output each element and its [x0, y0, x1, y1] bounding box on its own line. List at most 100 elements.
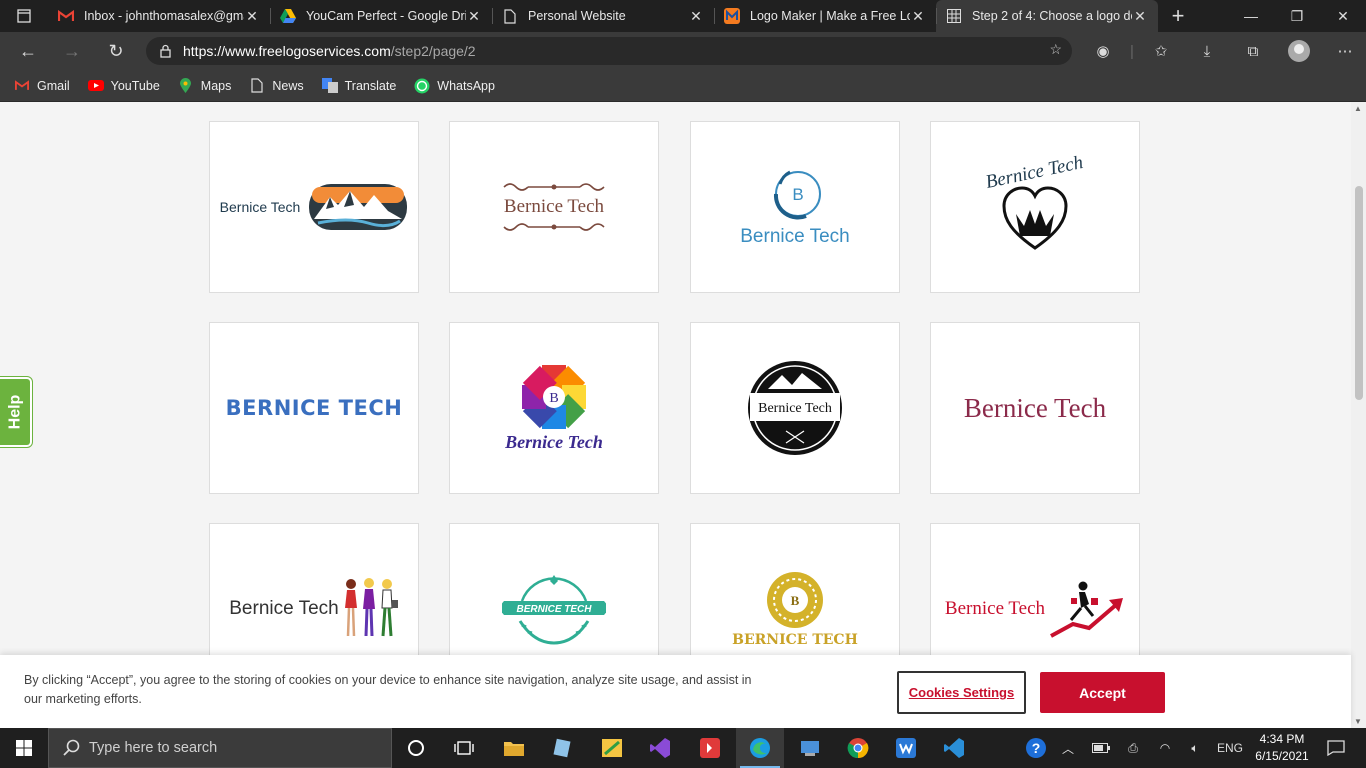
task-view-icon [454, 741, 474, 755]
cortana-button[interactable] [392, 728, 440, 768]
start-button[interactable] [0, 728, 48, 768]
minimize-button[interactable]: — [1228, 0, 1274, 32]
bookmark-whatsapp[interactable]: WhatsApp [414, 78, 495, 94]
restore-button[interactable]: ❐ [1274, 0, 1320, 32]
visual-studio-icon [650, 738, 670, 758]
add-favorite-icon[interactable]: ☆ [1049, 41, 1062, 58]
tab-gmail[interactable]: Inbox - johnthomasalex@gmail.com ✕ [48, 0, 270, 32]
favorites-button[interactable]: ✩ [1138, 32, 1184, 70]
scroll-up-icon[interactable]: ▲ [1354, 104, 1362, 113]
bookmark-youtube[interactable]: YouTube [87, 78, 160, 94]
page-scrollbar[interactable]: ▲ ▼ [1351, 102, 1366, 728]
logo-card-geometric-text[interactable]: BERNICE TECH [209, 322, 419, 494]
device-icon: ⎙ [1128, 740, 1138, 755]
tab-title: Inbox - johnthomasalex@gmail.com [84, 9, 244, 23]
logo-card-circle-mountain[interactable]: Bernice Tech [690, 322, 900, 494]
edge-browser-button[interactable] [736, 728, 784, 768]
help-tray-button[interactable]: ? [1018, 728, 1054, 768]
help-button[interactable]: Help [0, 377, 32, 447]
bookmark-news[interactable]: News [249, 78, 304, 94]
logo-card-swirl-b[interactable]: B Bernice Tech [690, 121, 900, 293]
volume-button[interactable]: 🔈︎ [1182, 728, 1208, 768]
page-icon [249, 78, 265, 94]
search-icon [63, 739, 80, 756]
system-clock[interactable]: 4:34 PM 6/15/2021 [1248, 731, 1316, 765]
visual-studio-button[interactable] [636, 728, 684, 768]
address-bar[interactable]: https://www.freelogoservices.com/step2/p… [146, 37, 1072, 65]
scrollbar-thumb[interactable] [1355, 186, 1363, 400]
logo-initial: B [549, 391, 558, 406]
url-host: https://www.freelogoservices.com [183, 43, 391, 59]
tab-title: Step 2 of 4: Choose a logo design [972, 9, 1132, 23]
edge-icon [750, 738, 770, 758]
folder-icon [504, 742, 524, 756]
logo-brand-text: BERNICE TECH [732, 632, 858, 648]
wifi-button[interactable]: ◠ [1152, 728, 1178, 768]
logo-brand-text: Bernice Tech [503, 196, 605, 217]
bookmark-gmail[interactable]: Gmail [14, 78, 70, 94]
app-button-anydesk[interactable] [686, 728, 734, 768]
close-tab-icon[interactable]: ✕ [910, 8, 926, 25]
chevron-up-icon: ︿ [1061, 741, 1074, 756]
logo-brand-text: Bernice Tech [944, 598, 1046, 619]
taskbar-search[interactable]: Type here to search [48, 728, 392, 768]
logo-card-ornamental[interactable]: Bernice Tech [449, 121, 659, 293]
app-button-settings[interactable] [786, 728, 834, 768]
logo-brand-text: Bernice Tech [219, 199, 301, 215]
accept-cookies-button[interactable]: Accept [1040, 672, 1165, 713]
file-explorer-button[interactable] [490, 728, 538, 768]
tab-step2[interactable]: Step 2 of 4: Choose a logo design ✕ [936, 0, 1158, 32]
device-button[interactable]: ⎙ [1120, 728, 1146, 768]
downloads-button[interactable]: ⤓ [1184, 32, 1230, 70]
show-hidden-icons-button[interactable]: ︿ [1056, 728, 1080, 768]
close-tab-icon[interactable]: ✕ [244, 8, 260, 25]
close-window-button[interactable]: ✕ [1320, 0, 1366, 32]
notifications-button[interactable] [1318, 728, 1354, 768]
url-path: /step2/page/2 [390, 43, 476, 59]
app-button-paint[interactable] [588, 728, 636, 768]
logo-card-rainbow-flower[interactable]: B Bernice Tech [449, 322, 659, 494]
close-tab-icon[interactable]: ✕ [466, 8, 482, 25]
plus-icon: + [1171, 3, 1185, 28]
app-button-notes[interactable] [538, 728, 586, 768]
tab-logo-maker[interactable]: Logo Maker | Make a Free Logo ✕ [714, 0, 936, 32]
tab-google-drive[interactable]: YouCam Perfect - Google Drive ✕ [270, 0, 492, 32]
forward-button[interactable]: → [50, 32, 94, 70]
logo-card-serif-maroon[interactable]: Bernice Tech [930, 322, 1140, 494]
bookmark-translate[interactable]: Translate [321, 78, 396, 94]
new-tab-button[interactable]: + [1158, 0, 1198, 32]
translate-icon [321, 78, 338, 94]
close-tab-icon[interactable]: ✕ [1132, 8, 1148, 25]
gmail-icon [14, 78, 30, 94]
chrome-button[interactable] [834, 728, 882, 768]
battery-button[interactable] [1088, 728, 1114, 768]
back-button[interactable]: ← [6, 32, 50, 70]
language-indicator[interactable]: ENG [1212, 728, 1248, 768]
tab-actions-icon [17, 9, 31, 23]
chrome-icon [847, 738, 869, 759]
vscode-button[interactable] [930, 728, 978, 768]
cookies-settings-button[interactable]: Cookies Settings [897, 671, 1026, 714]
profile-button[interactable] [1276, 32, 1322, 70]
logo-card-mountain-badge[interactable]: Bernice Tech [209, 121, 419, 293]
logo-card-heart-crown[interactable]: Bernice Tech [930, 121, 1140, 293]
tab-actions-button[interactable] [0, 0, 48, 32]
battery-icon [1092, 743, 1110, 753]
scroll-down-icon[interactable]: ▼ [1354, 717, 1362, 726]
task-view-button[interactable] [440, 728, 488, 768]
extension-button[interactable]: ◉ [1080, 32, 1126, 70]
settings-more-button[interactable]: ⋯ [1322, 32, 1366, 70]
tab-personal-website[interactable]: Personal Website ✕ [492, 0, 714, 32]
tab-title: Personal Website [528, 9, 626, 23]
wps-writer-button[interactable] [882, 728, 930, 768]
toolbar-extensions: ◉ | ✩ ⤓ ⧉ ⋯ [1080, 32, 1366, 70]
logo-brand-text: BERNICE TECH [225, 396, 403, 420]
bookmark-maps[interactable]: Maps [178, 78, 232, 94]
maps-icon [178, 78, 194, 94]
bookmark-label: Maps [200, 78, 232, 93]
refresh-icon: ↻ [108, 40, 124, 61]
close-tab-icon[interactable]: ✕ [688, 8, 704, 25]
collections-button[interactable]: ⧉ [1230, 32, 1276, 70]
ornament-bottom-icon [503, 223, 605, 231]
refresh-button[interactable]: ↻ [94, 32, 138, 70]
